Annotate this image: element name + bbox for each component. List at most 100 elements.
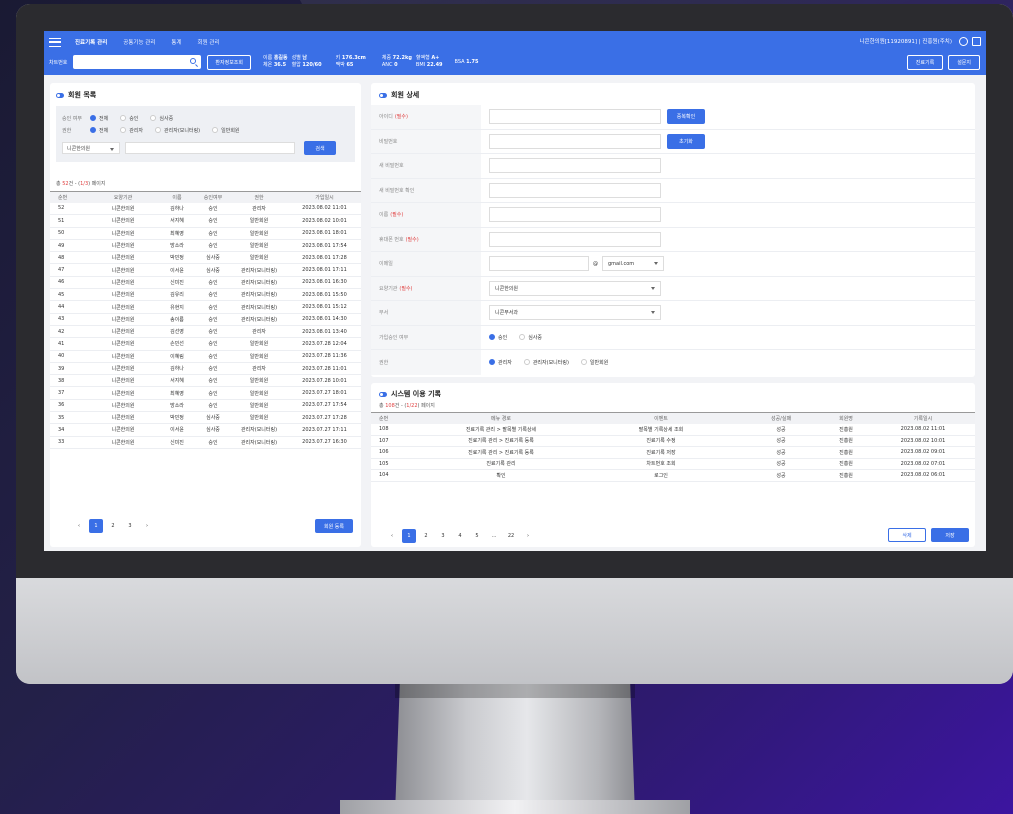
table-row[interactable]: 36 니콘한의원 방소라 승인 일반회원 2023.07.27 17:54 [50,399,361,413]
table-cell: 51 [50,214,88,228]
table-cell: 41 [50,337,88,351]
logout-icon[interactable] [972,37,981,46]
panel-toggle-icon [56,92,64,98]
confirm-password-input[interactable] [489,182,661,198]
detail-role-monitor[interactable]: 관리자(모니터링) [523,359,569,366]
log-page-3[interactable]: 3 [436,529,450,543]
new-password-input[interactable] [489,158,661,174]
table-row[interactable]: 37 니콘한의원 최혜영 승인 일반회원 2023.07.27 18:01 [50,386,361,400]
table-row[interactable]: 52 니콘한의원 김하나 승인 관리자 2023.08.02 11:01 [50,202,361,216]
search-icon[interactable] [190,58,197,64]
table-cell: 니콘한의원 [88,202,158,216]
id-input[interactable] [489,109,661,125]
table-row[interactable]: 35 니콘한의원 박민정 심사중 일반회원 2023.07.27 17:28 [50,411,361,425]
approval-radio-approved[interactable]: 승인 [120,115,138,122]
page-1[interactable]: 1 [89,519,103,533]
page-3[interactable]: 3 [123,519,137,533]
column-header: 성공/실패 [741,412,821,424]
role-radio-admin[interactable]: 관리자 [120,127,143,134]
detail-approval-pending[interactable]: 심사중 [519,334,542,341]
pager-prev-icon[interactable]: ‹ [72,519,86,533]
log-page-5[interactable]: 5 [470,529,484,543]
table-cell: 진료기록 관리 [421,458,581,470]
save-button[interactable]: 저장 [931,528,969,542]
reset-password-button[interactable]: 초기화 [667,133,705,149]
table-row[interactable]: 48 니콘한의원 박민정 심사중 일반회원 2023.08.01 17:28 [50,251,361,265]
detail-role-admin[interactable]: 관리자 [489,359,512,366]
role-radio-general[interactable]: 일반회원 [212,127,240,134]
menu-icon[interactable] [49,37,61,47]
approval-radio-all[interactable]: 전체 [90,115,108,122]
org-select[interactable]: 니콘한의원 [62,142,120,154]
table-row[interactable]: 51 니콘한의원 서지혜 승인 일반회원 2023.08.02 10:01 [50,214,361,228]
table-row[interactable]: 106 진료기록 관리 > 진료기록 등록 진료기록 저장 성공 진흥원 2023.08.… [371,446,975,459]
chart-number-input[interactable] [73,55,202,69]
role-radio-all[interactable]: 전체 [90,127,108,134]
phone-input[interactable] [489,231,661,247]
table-row[interactable]: 33 니콘한의원 신미진 승인 관리자(모니터링) 2023.07.27 16:30 [50,436,361,449]
table-row[interactable]: 104 확인 로그인 성공 진흥원 2023.08.02 06:01 [371,469,975,482]
table-cell: 2023.08.02 10:01 [288,214,361,228]
patient-lookup-button[interactable]: 환자정보조회 [207,54,252,70]
pager-next-icon[interactable]: › [521,529,535,543]
pager-next-icon[interactable]: › [140,519,154,533]
table-row[interactable]: 105 진료기록 관리 차트번호 조회 성공 진흥원 2023.08.02 07:01 [371,458,975,470]
table-row[interactable]: 49 니콘한의원 방소라 승인 일반회원 2023.08.01 17:54 [50,239,361,253]
email-id-input[interactable] [489,256,589,272]
table-row[interactable]: 34 니콘한의원 이서윤 심사중 관리자(모니터링) 2023.07.27 17:11 [50,423,361,437]
table-cell: 이혜림 [158,350,196,363]
detail-approval-approved[interactable]: 승인 [489,334,507,341]
table-row[interactable]: 108 진료기록 관리 > 팔목별 기록상세 팔목별 기록상세 조회 성공 진흥원 202… [371,423,975,436]
duplicate-check-button[interactable]: 중복확인 [667,109,705,125]
table-cell: 2023.08.01 16:30 [288,276,361,290]
table-row[interactable]: 41 니콘한의원 손민선 승인 일반회원 2023.07.28 12:04 [50,337,361,351]
table-row[interactable]: 39 니콘한의원 김하나 승인 관리자 2023.07.28 11:01 [50,362,361,376]
nav-item-records[interactable]: 진료기록 관리 [75,38,107,46]
table-row[interactable]: 46 니콘한의원 신미진 승인 관리자(모니터링) 2023.08.01 16:30 [50,276,361,290]
detail-role-general[interactable]: 일반회원 [580,359,608,366]
pager-prev-icon[interactable]: ‹ [385,529,399,543]
table-row[interactable]: 107 진료기록 관리 > 진료기록 등록 진료기록 수정 성공 진흥원 2023.08.… [371,435,975,447]
register-member-button[interactable]: 회원 등록 [315,519,353,533]
name-input[interactable] [489,207,661,223]
approval-radio-pending[interactable]: 심사중 [150,115,173,122]
nav-item-common[interactable]: 공통기능 관리 [123,38,155,46]
nav-item-members[interactable]: 회원 관리 [198,38,220,46]
column-header: 이벤트 [581,412,741,424]
table-row[interactable]: 45 니콘한의원 김유리 승인 관리자(모니터링) 2023.08.01 15:50 [50,288,361,302]
log-page-22[interactable]: 22 [504,529,518,543]
member-detail-panel: 회원 상세 아이디 (필수) 중복확인 비밀번호 초기화 새 비밀번호 새 비밀번호 … [371,83,975,377]
member-search-input[interactable] [125,142,295,154]
profile-icon[interactable] [959,37,968,46]
email-label: 이메일 [379,261,393,268]
table-cell: 40 [50,350,88,363]
org-select-field[interactable]: 니콘한의원 [489,280,661,296]
member-search-button[interactable]: 검색 [304,141,336,155]
table-cell: 38 [50,374,88,388]
table-row[interactable]: 43 니콘한의원 송이름 승인 관리자(모니터링) 2023.08.01 14:30 [50,313,361,326]
email-domain-select[interactable]: gmail.com [602,256,664,272]
table-row[interactable]: 50 니콘한의원 최혜영 승인 일반회원 2023.08.01 18:01 [50,227,361,240]
table-cell: 일반회원 [230,411,288,425]
table-row[interactable]: 38 니콘한의원 서지혜 승인 일반회원 2023.07.28 10:01 [50,374,361,388]
system-log-title: 시스템 이용 기록 [391,390,441,398]
table-row[interactable]: 44 니콘한의원 유현지 승인 관리자(모니터링) 2023.08.01 15:12 [50,300,361,314]
column-header: 순번 [371,412,421,424]
log-page-4[interactable]: 4 [453,529,467,543]
log-page-2[interactable]: 2 [419,529,433,543]
survey-button[interactable]: 설문지 [948,55,980,70]
password-input[interactable] [489,133,661,149]
log-page-1[interactable]: 1 [402,529,416,543]
log-pager: ‹ 1 2 3 4 5 ... 22 › [385,529,538,543]
medical-record-button[interactable]: 진료기록 [906,55,944,70]
column-header: 기록일시 [871,412,975,424]
table-row[interactable]: 47 니콘한의원 이서윤 심사중 관리자(모니터링) 2023.08.01 17:11 [50,263,361,277]
role-radio-monitor[interactable]: 관리자(모니터링) [155,127,200,134]
page-2[interactable]: 2 [106,519,120,533]
table-cell: 37 [50,386,88,400]
nav-item-stats[interactable]: 통계 [171,38,181,46]
delete-button[interactable]: 삭제 [888,528,926,542]
dept-select-field[interactable]: 니콘부서과 [489,305,661,321]
table-row[interactable]: 40 니콘한의원 이혜림 승인 일반회원 2023.07.28 11:36 [50,350,361,363]
table-row[interactable]: 42 니콘한의원 김선영 승인 관리자 2023.08.01 13:40 [50,325,361,339]
